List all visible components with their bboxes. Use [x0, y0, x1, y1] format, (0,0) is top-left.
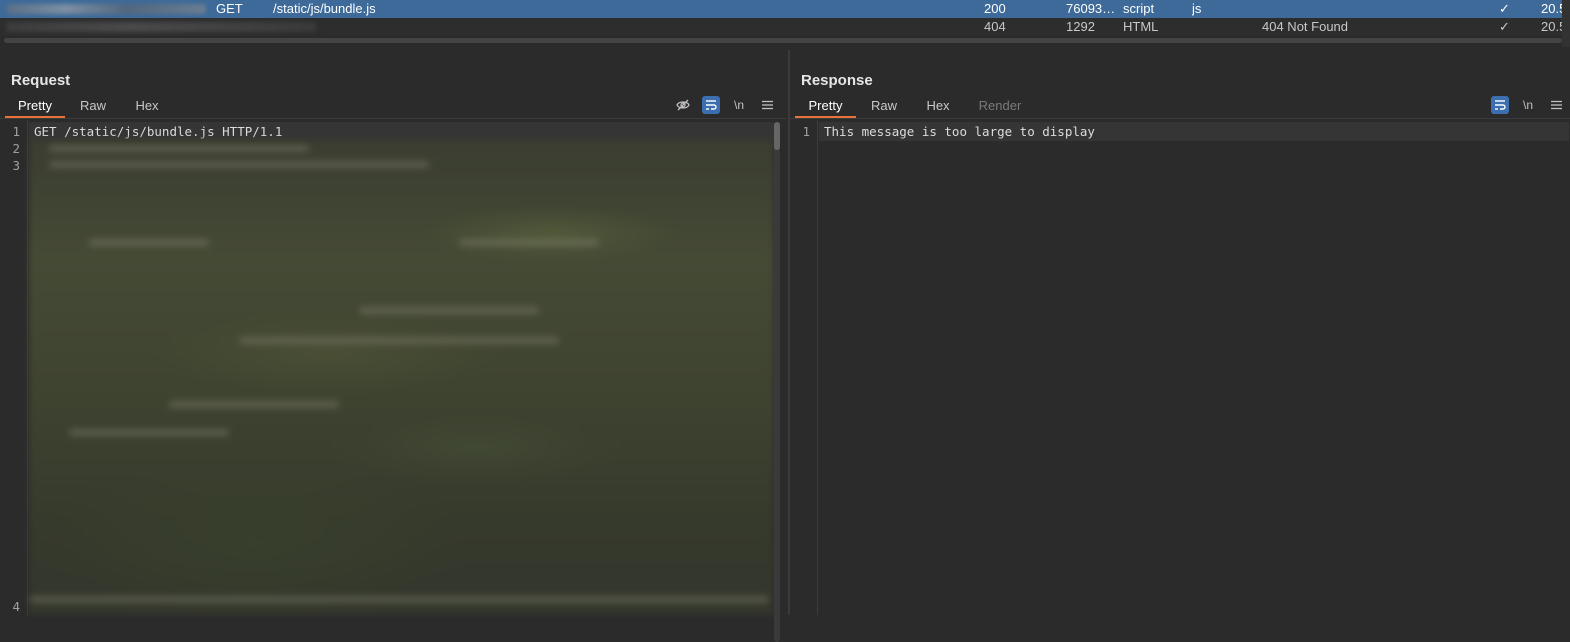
- line-gutter: 1 2 3 4: [0, 120, 28, 615]
- mime-cell: HTML: [1123, 19, 1159, 34]
- response-code: This message is too large to display: [819, 120, 1569, 615]
- line-number: 2: [12, 141, 20, 156]
- request-toolbar: \n: [664, 96, 776, 114]
- check-icon: ✓: [1499, 19, 1510, 34]
- scrollbar-thumb[interactable]: [774, 122, 780, 150]
- line-number: 4: [12, 599, 20, 614]
- response-editor[interactable]: 1 This message is too large to display: [790, 120, 1570, 615]
- response-pane: Response Pretty Raw Hex Render \n 1 This…: [790, 50, 1570, 615]
- status-cell: 200: [984, 1, 1006, 16]
- request-title: Request: [11, 72, 71, 89]
- response-tabs: Pretty Raw Hex Render: [795, 94, 1036, 118]
- tab-hex[interactable]: Hex: [121, 94, 173, 118]
- tab-pretty[interactable]: Pretty: [5, 94, 65, 118]
- table-row[interactable]: GET /static/js/bundle.js 200 76093… scri…: [0, 0, 1562, 18]
- editor-scrollbar[interactable]: [774, 122, 780, 642]
- status-cell: 404: [984, 19, 1006, 34]
- tab-divider: [790, 118, 1570, 119]
- hamburger-menu-icon[interactable]: [758, 96, 776, 114]
- url-cell: /static/js/bundle.js: [273, 1, 376, 16]
- line-number: 3: [12, 158, 20, 173]
- redacted-request-body: [29, 139, 774, 615]
- length-cell: 76093…: [1066, 1, 1116, 16]
- request-code: GET /static/js/bundle.js HTTP/1.1: [29, 120, 786, 642]
- extension-cell: js: [1192, 1, 1202, 16]
- line-number: 1: [802, 124, 810, 139]
- history-table: GET /static/js/bundle.js 200 76093… scri…: [0, 0, 1570, 47]
- request-pane: Request Pretty Raw Hex \n 1 2 3 4 GET /s…: [0, 50, 788, 642]
- check-icon: ✓: [1499, 1, 1510, 16]
- tab-render: Render: [978, 98, 1022, 113]
- redacted-cell: [6, 22, 316, 32]
- hamburger-menu-icon[interactable]: [1547, 96, 1565, 114]
- line-gutter: 1: [790, 120, 818, 615]
- vertical-scrollbar[interactable]: [1562, 0, 1570, 47]
- word-wrap-icon[interactable]: [702, 96, 720, 114]
- tab-divider: [0, 118, 786, 119]
- horizontal-scrollbar[interactable]: [4, 38, 1562, 43]
- tab-hex[interactable]: Hex: [912, 94, 964, 118]
- request-tabs: Pretty Raw Hex: [5, 94, 173, 118]
- request-line-1: GET /static/js/bundle.js HTTP/1.1: [34, 124, 283, 139]
- newline-toggle[interactable]: \n: [1519, 96, 1537, 114]
- length-cell: 1292: [1066, 19, 1095, 34]
- response-title: Response: [801, 72, 873, 89]
- time-cell: 20.5: [1541, 19, 1562, 34]
- response-message: This message is too large to display: [824, 124, 1095, 139]
- eye-off-icon[interactable]: [674, 96, 692, 114]
- mime-cell: script: [1123, 1, 1155, 16]
- tab-raw[interactable]: Raw: [856, 94, 912, 118]
- method-cell: GET: [216, 1, 243, 16]
- redacted-cell: [6, 4, 206, 14]
- line-number: 1: [12, 124, 20, 139]
- newline-toggle[interactable]: \n: [730, 96, 748, 114]
- title-cell: 404 Not Found: [1262, 19, 1349, 34]
- table-row[interactable]: 404 1292 HTML 404 Not Found ✓ 20.5: [0, 18, 1562, 36]
- tab-pretty[interactable]: Pretty: [795, 94, 856, 118]
- response-toolbar: \n: [1481, 96, 1565, 114]
- request-editor[interactable]: 1 2 3 4 GET /static/js/bundle.js HTTP/1.…: [0, 120, 786, 642]
- time-cell: 20.5: [1541, 1, 1562, 16]
- word-wrap-icon[interactable]: [1491, 96, 1509, 114]
- tab-raw[interactable]: Raw: [65, 94, 121, 118]
